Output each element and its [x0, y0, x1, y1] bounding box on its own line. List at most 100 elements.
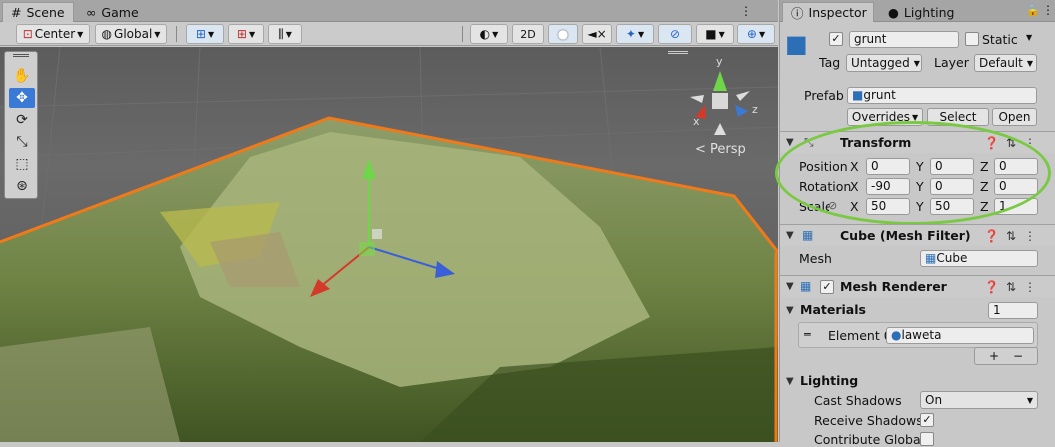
materials-count-field[interactable]: 1: [988, 302, 1038, 319]
camera-icon: ■: [705, 27, 717, 41]
inspector-tab-bar: ⓘ Inspector ● Lighting 🔒 ⋮: [780, 0, 1055, 22]
tag-value: Untagged: [851, 56, 910, 70]
rect-tool-button[interactable]: ⬚: [9, 154, 35, 174]
list-add-remove: + −: [974, 347, 1038, 365]
hand-tool-button[interactable]: ✋: [9, 66, 35, 86]
receive-shadows-checkbox[interactable]: ✓: [920, 413, 934, 427]
mesh-renderer-header[interactable]: ▼ ▦ ✓ Mesh Renderer ❓ ⇅ ⋮: [780, 275, 1055, 297]
pivot-dropdown[interactable]: ⊡ Center ▼: [16, 24, 90, 44]
transform-tool-button[interactable]: ⊛: [9, 176, 35, 196]
mesh-filter-icon: ▦: [802, 228, 814, 242]
grid-snap-button[interactable]: ⊞ ▼: [186, 24, 224, 44]
mesh-filter-title: Cube (Mesh Filter): [840, 228, 971, 243]
mode-2d-button[interactable]: 2D: [512, 24, 544, 44]
effects-toggle[interactable]: ✦ ▼: [616, 24, 654, 44]
scene-viewport[interactable]: y x z < Persp ✋ ✥ ⟳ ⤡ ⬚ ⊛: [0, 47, 778, 442]
lightbulb-icon: ●: [557, 27, 569, 41]
prefab-field[interactable]: ■grunt: [847, 87, 1037, 104]
prefab-label: Prefab: [804, 88, 844, 103]
cast-shadows-dropdown[interactable]: On ▼: [920, 391, 1038, 409]
overlay-drag-handle[interactable]: [13, 54, 29, 57]
help-icon[interactable]: ❓: [984, 280, 999, 294]
rect-icon: ⬚: [15, 156, 29, 172]
align-button[interactable]: ⫼ ▼: [268, 24, 302, 44]
move-tool-button[interactable]: ✥: [9, 88, 35, 108]
collapse-arrow-icon: ▼: [786, 281, 794, 292]
tab-lighting[interactable]: ● Lighting: [880, 2, 970, 22]
collapse-arrow-icon: ▼: [786, 230, 794, 241]
materials-label: Materials: [800, 302, 866, 317]
align-icon: ⫼: [278, 26, 284, 41]
element-0-label: Element 0: [828, 328, 892, 343]
prefab-icon: ■: [852, 88, 864, 102]
active-checkbox[interactable]: ✓: [829, 32, 843, 46]
lighting-section-label: Lighting: [800, 373, 859, 388]
inspector-menu-icon[interactable]: ⋮: [1042, 3, 1054, 17]
material-sphere-icon: ●: [891, 328, 902, 342]
lock-icon[interactable]: 🔒: [1026, 4, 1040, 17]
effects-icon: ✦: [625, 27, 636, 41]
mode-2d-label: 2D: [520, 27, 536, 41]
gizmos-icon: ⊕: [746, 27, 757, 41]
inspector-panel: ⓘ Inspector ● Lighting 🔒 ⋮ ■ ✓ grunt Sta…: [775, 0, 1055, 447]
component-menu-icon[interactable]: ⋮: [1024, 229, 1036, 243]
scene-tab-menu-icon[interactable]: ⋮: [740, 4, 752, 18]
grid-snap-icon: ⊞: [195, 27, 206, 41]
increment-snap-button[interactable]: ⊞ ▼: [228, 24, 264, 44]
rotate-tool-button[interactable]: ⟳: [9, 110, 35, 130]
static-dropdown-icon[interactable]: ▼: [1026, 33, 1032, 42]
tab-lighting-label: Lighting: [903, 4, 955, 20]
scale-tool-button[interactable]: ⤡: [9, 132, 35, 152]
layer-dropdown[interactable]: Default ▼: [974, 54, 1037, 72]
hidden-eye-icon: ⊘: [669, 27, 681, 41]
mute-icon: ◄×: [587, 27, 607, 41]
object-name-field[interactable]: grunt: [849, 31, 959, 48]
gizmo-x-label: x: [693, 115, 700, 128]
gizmo-y-label: y: [716, 55, 723, 68]
gizmos-button[interactable]: ⊕ ▼: [737, 24, 775, 44]
rotate-icon: ⟳: [16, 112, 28, 128]
remove-element-button[interactable]: −: [1013, 349, 1023, 363]
lightbulb-icon: ●: [888, 4, 899, 20]
tag-dropdown[interactable]: Untagged ▼: [846, 54, 922, 72]
cast-shadows-label: Cast Shadows: [814, 393, 902, 408]
gizmo-drag-handle[interactable]: [668, 51, 688, 54]
mesh-filter-header[interactable]: ▼ ▦ Cube (Mesh Filter) ❓ ⇅ ⋮: [780, 224, 1055, 246]
preset-icon[interactable]: ⇅: [1006, 229, 1016, 243]
add-element-button[interactable]: +: [989, 349, 999, 363]
help-icon[interactable]: ❓: [984, 229, 999, 243]
lighting-foldout-icon[interactable]: ▼: [786, 376, 794, 387]
lighting-toggle[interactable]: ●: [548, 24, 578, 44]
visibility-toggle[interactable]: ⊘: [658, 24, 692, 44]
scene-toolbar: ⊡ Center ▼ ◍ Global ▼ ⊞ ▼ ⊞ ▼ ⫼ ▼ ◐ ▼ 2D ● ◄× …: [0, 22, 778, 46]
element-0-field[interactable]: ●laweta: [886, 327, 1034, 344]
mesh-icon: ▦: [925, 251, 937, 265]
mesh-renderer-enabled-checkbox[interactable]: ✓: [820, 280, 834, 294]
gamepad-icon: ∞: [86, 4, 97, 20]
projection-toggle[interactable]: < Persp: [695, 142, 746, 157]
annotation-highlight-ring: [775, 121, 1051, 225]
component-menu-icon[interactable]: ⋮: [1024, 280, 1036, 294]
audio-toggle[interactable]: ◄×: [582, 24, 612, 44]
tab-inspector-label: Inspector: [808, 5, 867, 20]
static-checkbox[interactable]: [965, 32, 979, 46]
camera-button[interactable]: ■ ▼: [696, 24, 734, 44]
preset-icon[interactable]: ⇅: [1006, 280, 1016, 294]
mesh-field[interactable]: ▦Cube: [920, 250, 1038, 267]
snap-icon: ⊞: [236, 27, 247, 41]
tab-inspector[interactable]: ⓘ Inspector: [782, 2, 874, 22]
space-dropdown[interactable]: ◍ Global ▼: [95, 24, 167, 44]
contribute-global-checkbox[interactable]: [920, 432, 934, 446]
terrain-light-patch: [0, 327, 180, 442]
scene-render: [0, 47, 778, 442]
tab-scene[interactable]: # Scene: [2, 2, 74, 22]
prefab-open-button[interactable]: Open: [992, 108, 1037, 126]
materials-foldout-icon[interactable]: ▼: [786, 305, 794, 316]
pivot-label: Center: [34, 27, 76, 41]
scene-tab-bar: # Scene ∞ Game ⋮: [0, 0, 778, 22]
reorder-handle-icon[interactable]: ═: [804, 328, 811, 341]
tab-game[interactable]: ∞ Game: [78, 2, 148, 22]
shading-mode-button[interactable]: ◐ ▼: [470, 24, 508, 44]
static-label: Static: [982, 32, 1018, 47]
move-icon: ✥: [16, 90, 28, 106]
